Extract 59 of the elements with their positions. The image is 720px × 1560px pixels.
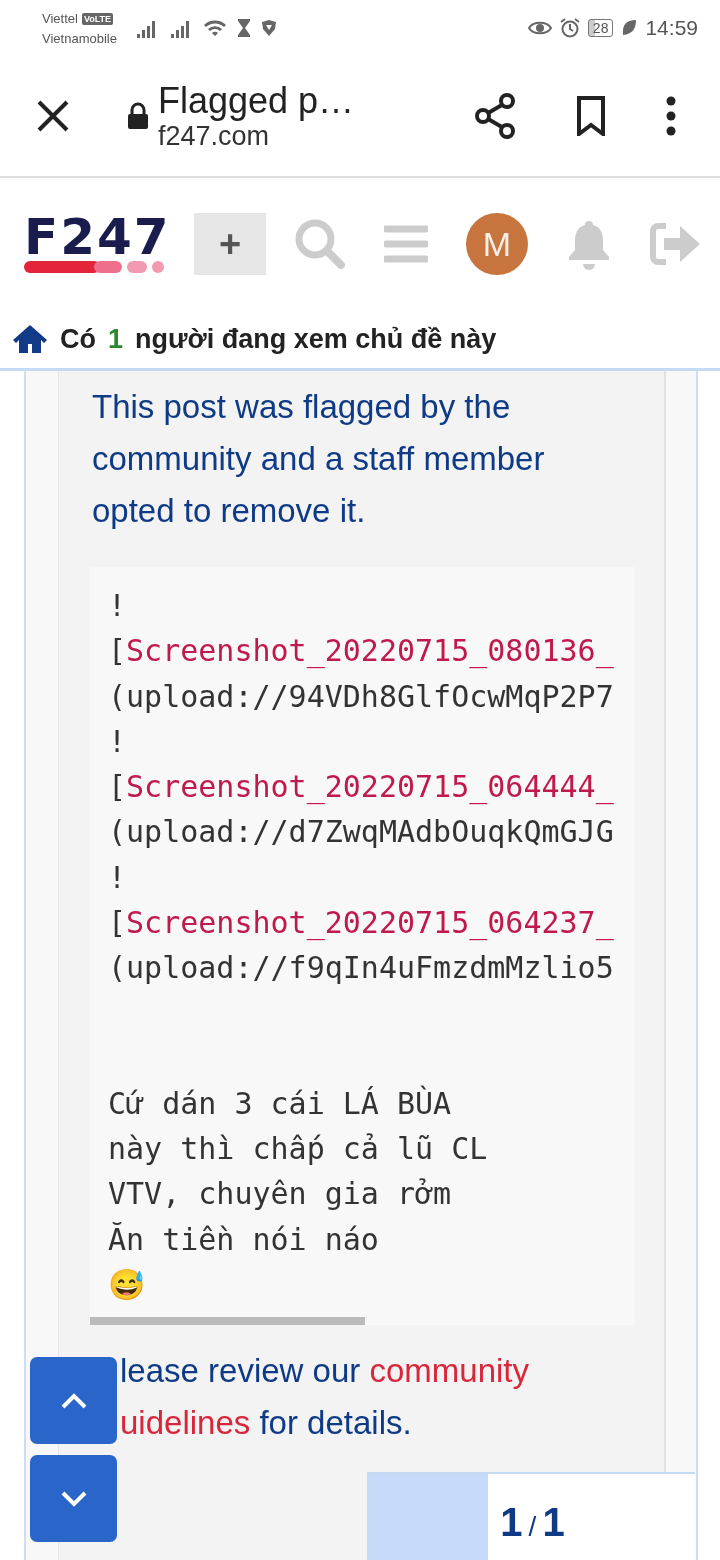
user-avatar[interactable]: M	[466, 213, 528, 275]
scroll-up-button[interactable]	[30, 1357, 117, 1444]
battery-indicator: 28	[587, 19, 614, 37]
link-text[interactable]: Screenshot_20220715_080136_	[126, 628, 614, 674]
code-text: !	[107, 587, 128, 625]
viewer-count: 1	[108, 323, 124, 355]
menu-icon[interactable]	[384, 224, 428, 264]
current-post-number: 1	[500, 1500, 523, 1545]
code-text: [	[108, 632, 127, 671]
site-logo[interactable]: F247	[24, 214, 194, 260]
carrier-name: Viettel	[42, 10, 78, 28]
flagged-notice: This post was flagged by the community and a staff member opted to remove it.	[92, 387, 546, 531]
code-text: này thì chấp cả lũ CL	[107, 1129, 489, 1168]
code-text: 😅	[107, 1265, 146, 1304]
hourglass-icon	[236, 18, 251, 38]
lock-icon	[126, 102, 150, 130]
clock-time: 14:59	[645, 16, 698, 40]
leaf-icon	[621, 19, 638, 37]
code-text: [	[108, 768, 127, 807]
chevron-up-icon	[60, 1392, 87, 1409]
page-url: f247.com	[158, 121, 271, 151]
page-title: Flagged p…	[158, 81, 355, 121]
review-text: uidelines for details.	[120, 1403, 413, 1444]
eye-icon	[527, 19, 552, 37]
code-text: (upload://f9qIn4uFmzdmMzlio5	[107, 949, 615, 988]
link-text[interactable]: Screenshot_20220715_064444_	[126, 764, 614, 810]
volte-badge: VoLTE	[81, 13, 114, 25]
wifi-icon	[202, 18, 227, 38]
home-icon[interactable]	[12, 324, 48, 354]
shield-icon	[260, 19, 277, 37]
notice-text: người đang xem chủ đề này	[135, 323, 497, 355]
code-text: (upload://94VDh8GlfOcwMqP2P7	[107, 677, 615, 716]
share-icon[interactable]	[474, 93, 516, 139]
code-text: [	[108, 904, 127, 943]
new-topic-button[interactable]: +	[194, 213, 266, 275]
code-text: (upload://d7ZwqMAdbOuqkQmGJG	[107, 813, 615, 852]
code-text: Cứ dán 3 cái LÁ BÙA	[107, 1084, 453, 1123]
code-text: Ăn tiền nói náo	[107, 1220, 380, 1259]
close-icon[interactable]	[36, 99, 70, 133]
search-icon[interactable]	[294, 218, 346, 270]
code-text: VTV, chuyên gia rởm	[107, 1175, 453, 1214]
code-text: !	[107, 722, 128, 761]
bell-icon[interactable]	[566, 218, 612, 270]
chevron-down-icon	[60, 1490, 87, 1507]
progress-separator: /	[528, 1511, 537, 1543]
scroll-down-button[interactable]	[30, 1455, 117, 1542]
notice-text: Có	[60, 323, 96, 355]
guidelines-link[interactable]: uidelines	[120, 1404, 251, 1442]
alarm-icon	[559, 18, 580, 38]
guidelines-link[interactable]: community	[369, 1352, 529, 1390]
carrier-name: Vietnamobile	[42, 30, 117, 48]
more-icon[interactable]	[666, 96, 676, 136]
review-text: lease review our community	[120, 1351, 530, 1392]
logout-icon[interactable]	[650, 222, 702, 266]
code-text: !	[107, 858, 128, 897]
topic-progress[interactable]: 1/1	[367, 1472, 695, 1560]
bookmark-icon[interactable]	[576, 96, 606, 136]
total-post-number: 1	[542, 1500, 565, 1545]
link-text[interactable]: Screenshot_20220715_064237_	[126, 900, 614, 946]
